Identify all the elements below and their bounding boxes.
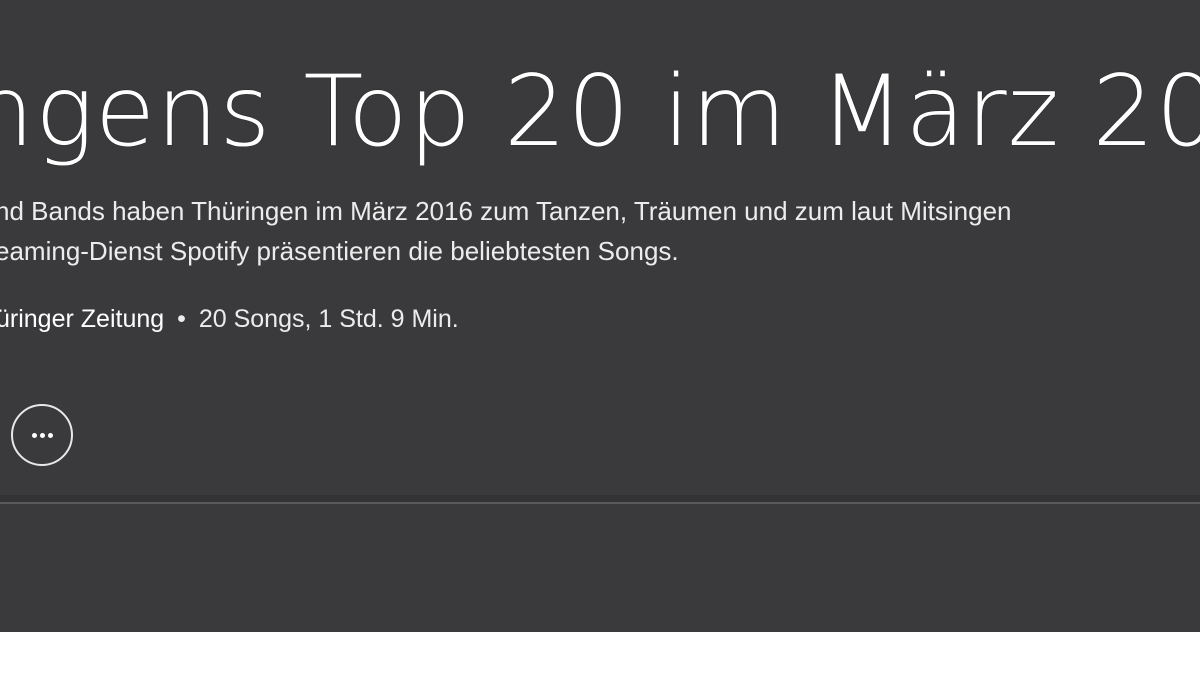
playlist-meta: üringer Zeitung • 20 Songs, 1 Std. 9 Min… — [0, 301, 459, 337]
playlist-description-line-1: nd Bands haben Thüringen im März 2016 zu… — [0, 196, 1012, 226]
meta-separator: • — [177, 305, 186, 333]
header-divider — [0, 502, 1200, 504]
playlist-stats: 20 Songs, 1 Std. 9 Min. — [198, 305, 459, 333]
header-divider-shadow — [0, 495, 1200, 502]
screenshot-frame: ngens Top 20 im März 2016 nd Bands haben… — [0, 0, 1200, 675]
playlist-title: ngens Top 20 im März 2016 — [0, 55, 1200, 169]
playlist-owner-link[interactable]: üringer Zeitung — [0, 305, 164, 333]
playlist-header: ngens Top 20 im März 2016 nd Bands haben… — [0, 0, 1200, 632]
more-options-button[interactable] — [11, 404, 73, 466]
ellipsis-icon — [31, 432, 53, 438]
playlist-description-line-2: eaming-Dienst Spotify präsentieren die b… — [0, 236, 679, 266]
